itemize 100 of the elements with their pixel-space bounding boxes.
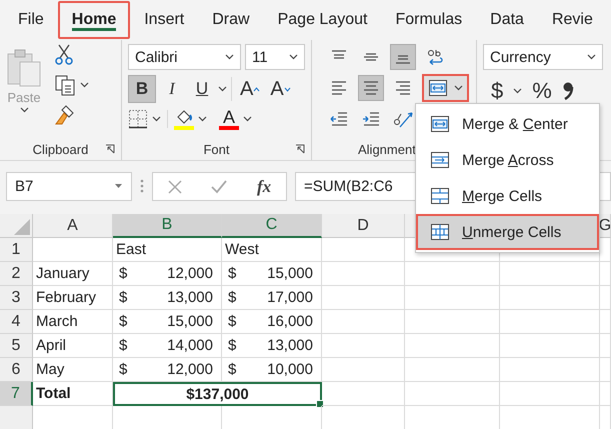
ribbon-tab[interactable]: File xyxy=(4,0,58,40)
italic-button[interactable]: I xyxy=(158,75,186,103)
table-cell: February xyxy=(33,286,113,310)
chevron-icon[interactable] xyxy=(454,85,463,91)
decrease-indent-icon xyxy=(330,111,348,127)
name-box[interactable]: B7 xyxy=(6,172,132,201)
cell-amount: 15,000 xyxy=(267,265,313,282)
currency-symbol: $ xyxy=(228,337,236,354)
ribbon-tab[interactable]: Revie xyxy=(538,0,607,40)
underline-chevron-icon[interactable] xyxy=(218,86,227,92)
ribbon-tab[interactable]: Data xyxy=(476,0,538,40)
font-color-button[interactable]: A xyxy=(219,108,239,130)
chevron-icon[interactable] xyxy=(198,116,207,122)
currency-symbol: $ xyxy=(119,361,128,378)
currency-button[interactable]: $ xyxy=(491,78,504,104)
table-cell: West xyxy=(222,238,322,262)
number-format-field[interactable]: Currency xyxy=(483,44,603,70)
caret-down-icon xyxy=(284,86,291,92)
paste-chevron-icon[interactable] xyxy=(20,107,28,113)
row-header[interactable]: 6 xyxy=(0,358,33,382)
currency-symbol: $ xyxy=(119,289,128,306)
drag-handle-icon[interactable] xyxy=(140,178,144,194)
cell-amount: 14,000 xyxy=(167,337,213,354)
align-center-icon xyxy=(362,80,380,96)
currency-symbol: $ xyxy=(228,289,236,306)
fill-color-icon[interactable] xyxy=(174,108,194,130)
ribbon-tab[interactable]: Draw xyxy=(198,0,264,40)
chevron-icon[interactable] xyxy=(152,116,161,122)
column-header[interactable]: A xyxy=(33,214,113,238)
merge-center-icon xyxy=(428,79,448,97)
table-cell: May xyxy=(33,358,113,382)
chevron-icon[interactable] xyxy=(289,54,298,60)
group-label: Alignment xyxy=(358,142,416,156)
wrap-text-icon xyxy=(426,48,444,66)
check-icon[interactable] xyxy=(211,180,228,194)
underline-button[interactable]: U xyxy=(188,75,216,103)
row-header[interactable]: 7 xyxy=(0,382,33,406)
column-header[interactable]: B xyxy=(113,214,222,238)
row-header[interactable]: 1 xyxy=(0,238,33,262)
column-header[interactable]: G xyxy=(600,214,611,238)
merge-center-icon xyxy=(430,115,450,133)
ribbon-tab[interactable]: Home xyxy=(58,1,130,39)
increase-indent-icon xyxy=(362,111,380,127)
merge-button[interactable] xyxy=(422,74,469,102)
grow-font-button[interactable]: A xyxy=(236,75,264,103)
borders-icon[interactable] xyxy=(128,109,148,129)
menu-item[interactable]: Unmerge Cells xyxy=(416,214,599,250)
unmerge-cells-icon xyxy=(430,223,450,241)
currency-symbol: $ xyxy=(228,361,236,378)
table-cell: $137,000 xyxy=(113,382,322,406)
insert-function-button[interactable]: fx xyxy=(257,176,272,196)
table-cell: Total xyxy=(33,382,113,406)
align-bottom-button[interactable] xyxy=(390,44,416,70)
comma-style-icon[interactable] xyxy=(562,81,574,101)
cell-amount: 13,000 xyxy=(267,337,313,354)
chevron-icon[interactable] xyxy=(513,88,522,94)
currency-symbol: $ xyxy=(228,313,236,330)
menu-item[interactable]: Merge & Center xyxy=(416,106,599,142)
cell-amount: 17,000 xyxy=(267,289,313,306)
cell-amount: 13,000 xyxy=(167,289,213,306)
dialog-launcher-icon[interactable] xyxy=(105,144,115,154)
fill-handle[interactable] xyxy=(316,400,324,408)
font-name-field[interactable]: Calibri xyxy=(128,44,241,70)
group-label: Font xyxy=(203,142,230,156)
chevron-icon[interactable] xyxy=(225,54,234,60)
menu-item[interactable]: Merge Cells xyxy=(416,178,599,214)
copy-icon[interactable] xyxy=(54,74,76,96)
clipboard-icon[interactable] xyxy=(6,48,42,88)
scissors-icon[interactable] xyxy=(54,44,74,66)
row-header[interactable]: 2 xyxy=(0,262,33,286)
table-cell: April xyxy=(33,334,113,358)
currency-symbol: $ xyxy=(119,265,128,282)
chevron-icon[interactable] xyxy=(587,54,596,60)
table-cell: East xyxy=(113,238,222,262)
column-header[interactable]: C xyxy=(222,214,322,238)
shrink-font-button[interactable]: A xyxy=(266,75,295,103)
format-painter-icon[interactable] xyxy=(54,104,76,126)
merge-cells-icon xyxy=(430,187,450,205)
row-header[interactable]: 3 xyxy=(0,286,33,310)
ribbon-tab[interactable]: Insert xyxy=(130,0,198,40)
menu-item[interactable]: Merge Across xyxy=(416,142,599,178)
dialog-launcher-icon[interactable] xyxy=(295,144,305,154)
ribbon-tab[interactable]: Formulas xyxy=(381,0,476,40)
cell-amount: 16,000 xyxy=(267,313,313,330)
table-cell: March xyxy=(33,310,113,334)
column-header[interactable]: D xyxy=(322,214,405,238)
percent-button[interactable]: % xyxy=(532,78,552,104)
merge-across-icon xyxy=(430,151,450,169)
row-header[interactable]: 4 xyxy=(0,310,33,334)
align-right-icon xyxy=(394,80,412,96)
table-cell: January xyxy=(33,262,113,286)
align-center-button[interactable] xyxy=(358,75,384,101)
currency-symbol: $ xyxy=(119,313,128,330)
ribbon-tab[interactable]: Page Layout xyxy=(264,0,382,40)
chevron-icon[interactable] xyxy=(243,116,252,122)
font-size-field[interactable]: 11 xyxy=(245,44,305,70)
row-header[interactable]: 5 xyxy=(0,334,33,358)
chevron-icon[interactable] xyxy=(80,82,89,88)
currency-symbol: $ xyxy=(228,265,236,282)
bold-button[interactable]: B xyxy=(128,75,156,103)
